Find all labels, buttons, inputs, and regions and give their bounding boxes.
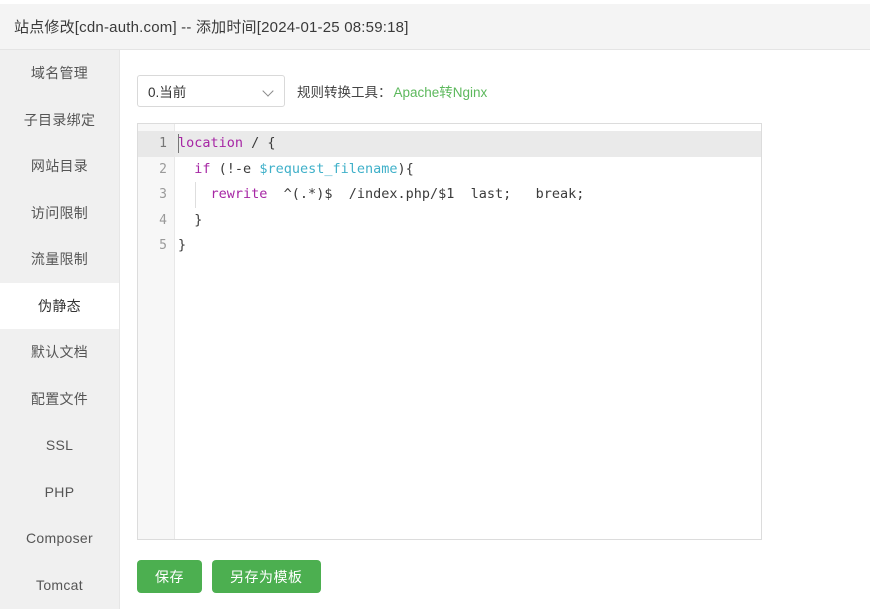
sidebar-item-9[interactable]: PHP [0, 469, 119, 516]
sidebar-item-2[interactable]: 网站目录 [0, 143, 119, 190]
window-body: 域名管理子目录绑定网站目录访问限制流量限制伪静态默认文档配置文件 SSL PHP Co… [0, 50, 870, 609]
sidebar-item-4[interactable]: 流量限制 [0, 236, 119, 283]
site-modify-window: 站点修改[cdn-auth.com] -- 添加时间[2024-01-25 08… [0, 0, 870, 609]
text-caret [178, 134, 179, 153]
save-button[interactable]: 保存 [137, 560, 202, 593]
line-number: 2 [159, 161, 167, 177]
sidebar-nav: 域名管理子目录绑定网站目录访问限制流量限制伪静态默认文档配置文件 SSL PHP Co… [0, 50, 120, 609]
apache-to-nginx-link[interactable]: Apache转Nginx [394, 81, 488, 101]
code-line[interactable]: } [175, 233, 761, 259]
editor-code-pane[interactable]: location / { if (!-e $request_filename){… [175, 124, 761, 539]
code-token: ^(.*)$ /index.php/$1 last; break; [267, 186, 585, 202]
code-token: if [194, 160, 211, 177]
sidebar-item-label: 流量限制 [30, 251, 89, 268]
rules-toolbar: 0.当前 规则转换工具： Apache转Nginx [137, 75, 487, 107]
sidebar-item-5[interactable]: 伪静态 [0, 282, 119, 329]
indent-guide [194, 182, 196, 208]
pseudo-static-code-editor[interactable]: 1 2 3 4 5 location / { if (!-e $request_file… [137, 123, 762, 540]
code-token: rewrite [210, 186, 268, 202]
sidebar-item-8[interactable]: SSL [0, 422, 119, 469]
sidebar-item-label: 访问限制 [30, 204, 89, 221]
code-token: ){ [397, 160, 414, 177]
line-number: 5 [159, 238, 167, 253]
form-actions: 保存 另存为模板 [137, 560, 321, 593]
sidebar-item-label: Composer [26, 530, 93, 547]
sidebar-item-label: Tomcat [36, 576, 83, 593]
code-token: location [178, 135, 244, 151]
editor-gutter: 1 2 3 4 5 [138, 124, 175, 539]
sidebar-item-10[interactable]: Composer [0, 515, 119, 562]
chevron-down-icon [264, 86, 274, 96]
sidebar-item-label: 域名管理 [30, 65, 89, 82]
line-number: 3 [159, 187, 167, 202]
code-token: / { [243, 135, 276, 151]
sidebar-item-0[interactable]: 域名管理 [0, 50, 119, 97]
sidebar-item-label: 伪静态 [38, 297, 81, 314]
rule-preset-select-value: 0.当前 [148, 85, 187, 100]
page-title: 站点修改[cdn-auth.com] -- 添加时间[2024-01-25 08… [14, 19, 409, 36]
code-line[interactable]: if (!-e $request_filename){ [175, 157, 761, 183]
sidebar-item-3[interactable]: 访问限制 [0, 190, 119, 237]
sidebar-item-label: 配置文件 [30, 390, 89, 407]
code-token: } [178, 237, 187, 253]
code-token: } [178, 211, 203, 228]
rule-preset-select[interactable]: 0.当前 [137, 75, 285, 107]
code-line[interactable]: } [175, 208, 761, 234]
window-title-bar: 站点修改[cdn-auth.com] -- 添加时间[2024-01-25 08… [0, 4, 870, 50]
sidebar-item-label: 网站目录 [30, 158, 89, 175]
code-line[interactable]: rewrite ^(.*)$ /index.php/$1 last; break… [175, 182, 761, 208]
sidebar-item-label: 默认文档 [30, 344, 89, 361]
sidebar-item-label: 子目录绑定 [23, 111, 96, 128]
sidebar-item-label: PHP [44, 483, 75, 500]
convert-tool-label: 规则转换工具： [297, 85, 392, 100]
code-line[interactable]: location / { [175, 131, 761, 157]
sidebar-item-6[interactable]: 默认文档 [0, 329, 119, 376]
sidebar-item-11[interactable]: Tomcat [0, 562, 119, 609]
code-token: (!-e [210, 160, 260, 177]
save-as-template-button[interactable]: 另存为模板 [212, 560, 321, 593]
line-number: 1 [138, 131, 174, 157]
line-number: 4 [159, 212, 167, 228]
sidebar-item-label: SSL [45, 437, 74, 454]
code-token: $request_filename [259, 160, 398, 177]
sidebar-item-1[interactable]: 子目录绑定 [0, 97, 119, 144]
content-area: 0.当前 规则转换工具： Apache转Nginx 1 2 3 4 5 location… [120, 50, 870, 609]
sidebar-item-7[interactable]: 配置文件 [0, 376, 119, 423]
